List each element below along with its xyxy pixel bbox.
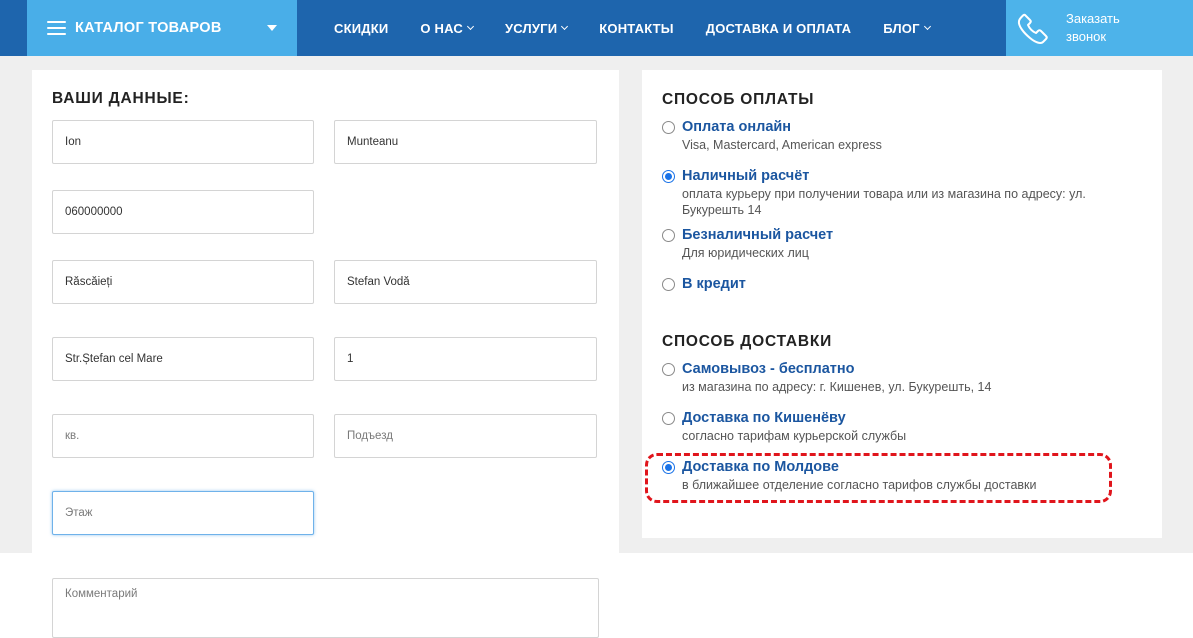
main-nav: СКИДКИ О НАС УСЛУГИ КОНТАКТЫ ДОСТАВКА И …: [334, 0, 962, 56]
phone-icon: [1017, 13, 1048, 44]
entrance-input[interactable]: [334, 414, 597, 458]
apartment-input[interactable]: [52, 414, 314, 458]
customer-data-title: ВАШИ ДАННЫЕ:: [52, 90, 190, 107]
catalog-label: КАТАЛОГ ТОВАРОВ: [75, 20, 222, 36]
city-input[interactable]: [334, 260, 597, 304]
delivery-method-title: СПОСОБ ДОСТАВКИ: [662, 333, 833, 350]
floor-input[interactable]: [52, 491, 314, 535]
chevron-down-icon: [561, 22, 569, 31]
selected-option-highlight: [645, 453, 1112, 503]
radio-payment-bank-transfer[interactable]: [662, 229, 675, 242]
comment-textarea[interactable]: [52, 578, 599, 638]
nav-item-services[interactable]: УСЛУГИ: [505, 21, 569, 36]
chevron-down-icon: [466, 22, 475, 31]
caret-down-icon: [267, 25, 277, 31]
callback-label: Заказать звонок: [1066, 11, 1120, 44]
delivery-option-pickup[interactable]: Самовывоз - бесплатно из магазина по адр…: [662, 360, 1112, 395]
nav-item-delivery-payment[interactable]: ДОСТАВКА И ОПЛАТА: [706, 21, 851, 36]
radio-delivery-pickup[interactable]: [662, 363, 675, 376]
callback-button[interactable]: Заказать звонок: [1006, 0, 1193, 56]
house-number-input[interactable]: [334, 337, 597, 381]
nav-item-discounts[interactable]: СКИДКИ: [334, 21, 388, 36]
radio-payment-online[interactable]: [662, 121, 675, 134]
district-input[interactable]: [52, 260, 314, 304]
hamburger-icon: [47, 21, 66, 35]
payment-option-bank-transfer[interactable]: Безналичный расчет Для юридических лиц: [662, 226, 1112, 261]
radio-payment-credit[interactable]: [662, 278, 675, 291]
nav-item-contacts[interactable]: КОНТАКТЫ: [599, 21, 673, 36]
payment-option-online[interactable]: Оплата онлайн Visa, Mastercard, American…: [662, 118, 1112, 153]
phone-input[interactable]: [52, 190, 314, 234]
chevron-down-icon: [923, 22, 931, 31]
payment-option-cash[interactable]: Наличный расчёт оплата курьеру при получ…: [662, 167, 1112, 218]
last-name-input[interactable]: [334, 120, 597, 164]
top-navbar: КАТАЛОГ ТОВАРОВ СКИДКИ О НАС УСЛУГИ КОНТ…: [0, 0, 1193, 56]
street-input[interactable]: [52, 337, 314, 381]
nav-item-blog[interactable]: БЛОГ: [883, 21, 931, 36]
payment-method-title: СПОСОБ ОПЛАТЫ: [662, 91, 815, 108]
payment-option-credit[interactable]: В кредит: [662, 275, 746, 293]
radio-delivery-chisinau[interactable]: [662, 412, 675, 425]
nav-item-about[interactable]: О НАС: [420, 21, 475, 36]
delivery-option-chisinau[interactable]: Доставка по Кишенёву согласно тарифам ку…: [662, 409, 1112, 444]
radio-payment-cash[interactable]: [662, 170, 675, 183]
first-name-input[interactable]: [52, 120, 314, 164]
catalog-menu-button[interactable]: КАТАЛОГ ТОВАРОВ: [27, 0, 297, 56]
